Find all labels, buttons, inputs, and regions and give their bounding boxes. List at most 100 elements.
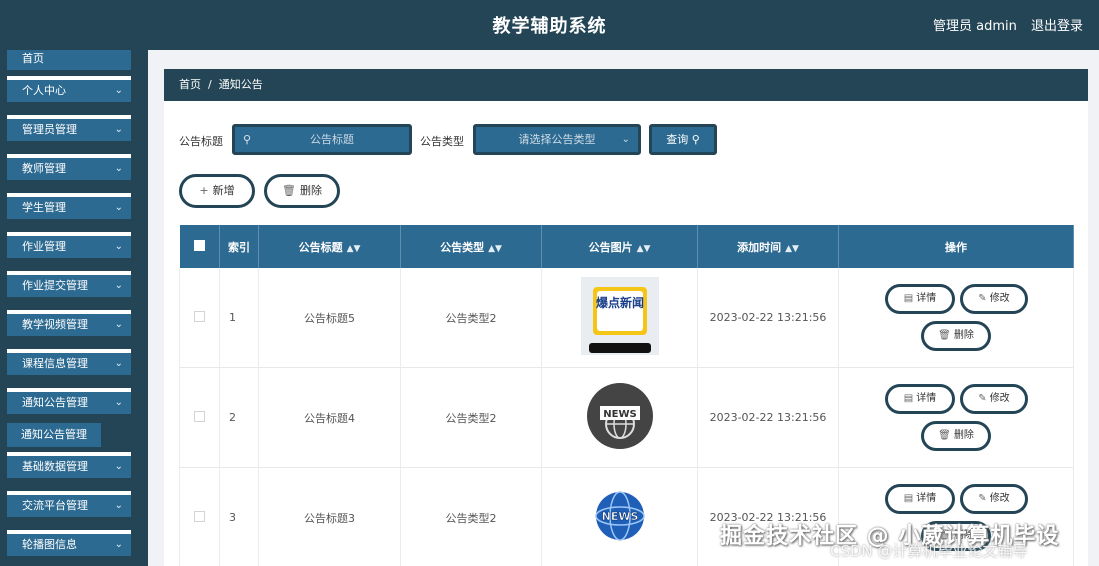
sidebar-item-homework-submission[interactable]: 作业提交管理 ⌄ (7, 271, 131, 297)
sidebar-item-homework-management[interactable]: 作业管理 ⌄ (7, 232, 131, 258)
document-icon: ▤ (903, 293, 914, 304)
select-all-checkbox[interactable] (193, 239, 205, 251)
row-checkbox[interactable] (194, 410, 205, 422)
sidebar-item-notice-management[interactable]: 通知公告管理 ⌄ (7, 388, 131, 414)
header-type-label: 公告类型 (440, 240, 485, 254)
chevron-down-icon: ⌄ (114, 202, 123, 213)
table-row: 2 公告标题4 公告类型2 NEWS 2023-02-22 13:21:56 ▤… (179, 367, 1074, 468)
chevron-down-icon: ⌄ (114, 163, 123, 174)
header-image-label: 公告图片 (588, 240, 633, 254)
header-time-label: 添加时间 (737, 240, 782, 254)
chevron-down-icon: ⌄ (114, 358, 123, 369)
sidebar-item-carousel[interactable]: 轮播图信息 ⌄ (7, 530, 131, 556)
delete-button[interactable]: 🗑 删除 (921, 321, 991, 351)
edit-button-label: 修改 (989, 293, 1010, 304)
sort-icon[interactable]: ▲▼ (347, 244, 361, 254)
header-type[interactable]: 公告类型 ▲▼ (400, 225, 542, 268)
sidebar: 首页 个人中心 ⌄ 管理员管理 ⌄ 教师管理 ⌄ 学生管理 ⌄ 作业管理 ⌄ 作业提交管理… (0, 50, 148, 566)
detail-button[interactable]: ▤ 详情 (885, 284, 955, 314)
notice-thumbnail-image: NEWS (594, 491, 645, 541)
header-image[interactable]: 公告图片 ▲▼ (541, 225, 698, 268)
batch-delete-button[interactable]: 🗑 删除 (264, 174, 340, 208)
breadcrumb-current: 通知公告 (218, 78, 263, 91)
sidebar-item-label: 作业管理 (22, 240, 66, 253)
chevron-down-icon: ⌄ (114, 319, 123, 330)
sidebar-item-label: 教师管理 (22, 162, 66, 175)
row-image: NEWS (541, 367, 698, 468)
row-type: 公告类型2 (400, 268, 542, 368)
chevron-down-icon: ⌄ (621, 134, 630, 145)
sidebar-item-label: 管理员管理 (22, 123, 77, 136)
header-title-label: 公告标题 (298, 240, 343, 254)
detail-button-label: 详情 (916, 293, 937, 304)
row-time: 2023-02-22 13:21:56 (697, 268, 839, 368)
header-index: 索引 (219, 225, 259, 268)
query-button-label: 查询 (666, 133, 689, 146)
delete-button[interactable]: 🗑 删除 (921, 421, 991, 451)
sidebar-item-course-info[interactable]: 课程信息管理 ⌄ (7, 349, 131, 375)
row-index: 1 (219, 268, 259, 368)
add-button[interactable]: + 新增 (179, 174, 255, 208)
sidebar-item-teaching-video[interactable]: 教学视频管理 ⌄ (7, 310, 131, 336)
breadcrumb-home[interactable]: 首页 (179, 78, 201, 91)
sidebar-item-basic-data[interactable]: 基础数据管理 ⌄ (7, 452, 131, 478)
row-ops: ▤ 详情 ✎ 修改 🗑 删除 (838, 268, 1074, 368)
header-title[interactable]: 公告标题 ▲▼ (258, 225, 401, 268)
document-icon: ▤ (903, 493, 914, 504)
add-button-label: 新增 (212, 184, 235, 197)
search-icon: ⚲ (243, 133, 252, 146)
row-title: 公告标题3 (258, 467, 401, 566)
sidebar-item-label: 交流平台管理 (22, 499, 88, 512)
delete-button-label: 删除 (953, 330, 974, 341)
sidebar-item-teacher-management[interactable]: 教师管理 ⌄ (7, 154, 131, 180)
row-checkbox[interactable] (194, 510, 205, 522)
edit-button-label: 修改 (989, 393, 1010, 404)
notice-thumbnail-image: 爆点新闻 (580, 277, 659, 355)
edit-button[interactable]: ✎ 修改 (960, 384, 1028, 414)
row-time: 2023-02-22 13:21:56 (697, 467, 839, 566)
row-checkbox[interactable] (194, 310, 205, 322)
sort-icon[interactable]: ▲▼ (637, 244, 651, 254)
title-filter-label: 公告标题 (179, 135, 223, 148)
watermark-csdn: CSDN @计算机毕业论文辅导 (830, 542, 1028, 560)
query-button[interactable]: 查询 ⚲ (649, 124, 717, 155)
row-title: 公告标题5 (258, 268, 401, 368)
sidebar-subitem-notice-management[interactable]: 通知公告管理 (7, 423, 101, 447)
sidebar-item-label: 轮播图信息 (22, 538, 77, 551)
sidebar-item-home[interactable]: 首页 (7, 50, 131, 70)
type-select[interactable]: 请选择公告类型 ⌄ (473, 124, 641, 155)
detail-button[interactable]: ▤ 详情 (885, 384, 955, 414)
edit-button[interactable]: ✎ 修改 (960, 484, 1028, 514)
notice-table: 索引 公告标题 ▲▼ 公告类型 ▲▼ 公告图片 ▲▼ 添加时间 ▲▼ 操作 1 公告标题… (179, 225, 1074, 566)
trash-icon: 🗑 (282, 184, 296, 197)
row-image: 爆点新闻 (541, 268, 698, 368)
breadcrumb-separator: / (208, 78, 212, 91)
document-icon: ▤ (903, 393, 914, 404)
header-select-all[interactable] (179, 225, 220, 268)
sidebar-item-admin-management[interactable]: 管理员管理 ⌄ (7, 115, 131, 141)
logout-link[interactable]: 退出登录 (1031, 15, 1083, 34)
header-time[interactable]: 添加时间 ▲▼ (697, 225, 839, 268)
chevron-down-icon: ⌄ (114, 280, 123, 291)
detail-button-label: 详情 (916, 393, 937, 404)
sort-icon[interactable]: ▲▼ (488, 244, 502, 254)
type-filter-label: 公告类型 (420, 135, 464, 148)
detail-button[interactable]: ▤ 详情 (885, 484, 955, 514)
type-select-placeholder: 请选择公告类型 (518, 133, 596, 146)
sidebar-item-label: 学生管理 (22, 201, 66, 214)
title-search-box[interactable]: ⚲ (232, 124, 412, 155)
chevron-down-icon: ⌄ (114, 241, 123, 252)
sidebar-item-student-management[interactable]: 学生管理 ⌄ (7, 193, 131, 219)
chevron-down-icon: ⌄ (114, 397, 123, 408)
thumbnail-text: NEWS (601, 510, 638, 523)
sort-icon[interactable]: ▲▼ (785, 244, 799, 254)
row-time: 2023-02-22 13:21:56 (697, 367, 839, 468)
chevron-down-icon: ⌄ (114, 85, 123, 96)
row-title: 公告标题4 (258, 367, 401, 468)
sidebar-item-forum-management[interactable]: 交流平台管理 ⌄ (7, 491, 131, 517)
detail-button-label: 详情 (916, 493, 937, 504)
title-search-input[interactable] (257, 129, 407, 150)
edit-button[interactable]: ✎ 修改 (960, 284, 1028, 314)
row-ops: ▤ 详情 ✎ 修改 🗑 删除 (838, 367, 1074, 468)
sidebar-item-personal-center[interactable]: 个人中心 ⌄ (7, 76, 131, 102)
